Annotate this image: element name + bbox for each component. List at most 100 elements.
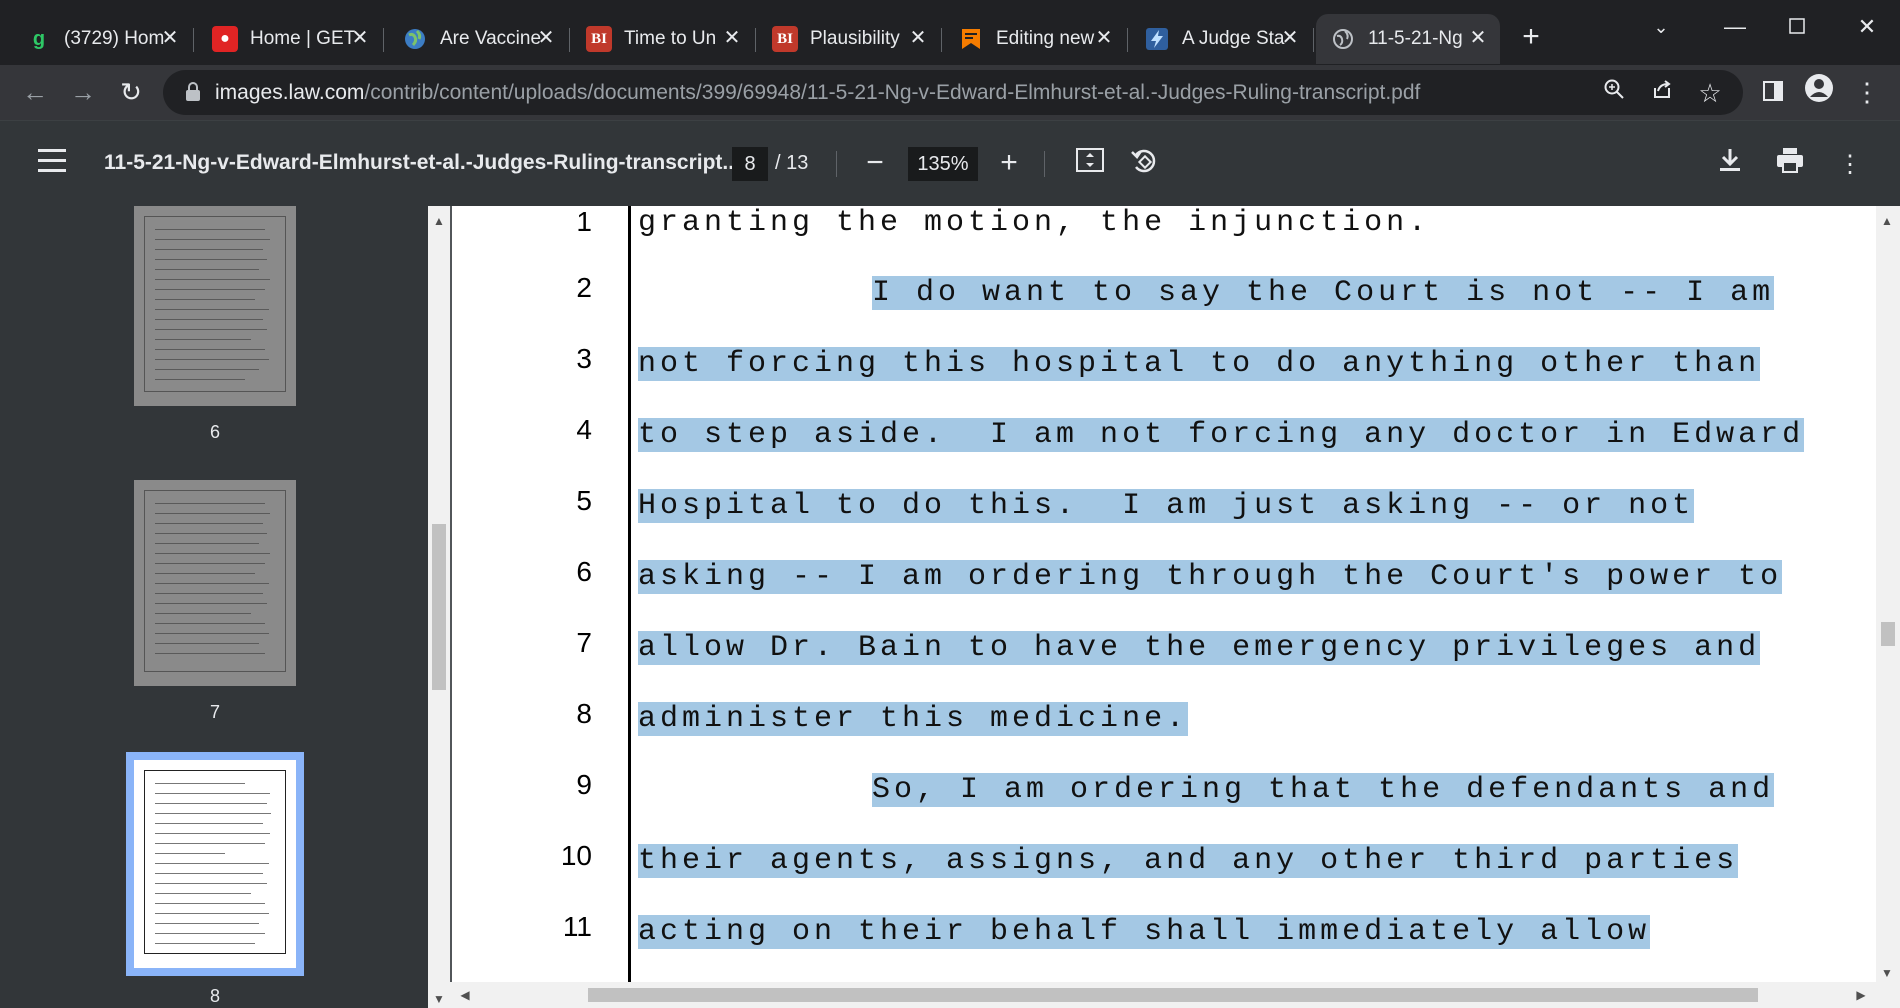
thumbnail-sidebar: 6 7 8 — [0, 206, 428, 1008]
thumbnail-page-7[interactable] — [134, 480, 296, 686]
transcript-line[interactable]: granting the motion, the injunction. — [638, 206, 1430, 240]
bookmark-star-icon[interactable]: ☆ — [1695, 78, 1725, 108]
zoom-level-input[interactable]: 135% — [908, 147, 978, 181]
lock-icon[interactable] — [185, 82, 201, 107]
tab-3[interactable]: Are Vaccine ✕ — [388, 14, 570, 64]
page-number-input[interactable]: 8 — [732, 147, 768, 181]
globe-icon — [402, 26, 428, 52]
line-number: 8 — [576, 698, 592, 729]
scrollbar-thumb[interactable] — [432, 524, 446, 690]
back-icon[interactable]: ← — [16, 73, 54, 111]
line-text: So, I am ordering that the defendants an… — [872, 773, 1775, 807]
url-path: /contrib/content/uploads/documents/399/6… — [364, 81, 1421, 104]
transcript-line[interactable]: Hospital to do this. I am just asking --… — [638, 489, 1695, 523]
tab-2[interactable]: ● Home | GET ✕ — [198, 14, 384, 64]
scroll-left-arrow-icon[interactable]: ◀ — [454, 988, 476, 1002]
close-window-icon[interactable]: ✕ — [1850, 10, 1884, 44]
line-text: granting the motion, the injunction. — [638, 206, 1431, 240]
divider — [836, 151, 837, 177]
document-title: 11-5-21-Ng-v-Edward-Elmhurst-et-al.-Judg… — [104, 151, 740, 174]
scroll-down-arrow-icon[interactable]: ▼ — [1876, 966, 1898, 980]
transcript-line[interactable]: not forcing this hospital to do anything… — [638, 347, 1761, 381]
close-icon[interactable]: ✕ — [720, 26, 744, 50]
share-icon[interactable] — [1647, 78, 1677, 108]
url-text[interactable]: images.law.com/contrib/content/uploads/d… — [215, 81, 1420, 105]
transcript-line[interactable]: asking -- I am ordering through the Cour… — [638, 560, 1783, 594]
line-number: 4 — [576, 414, 592, 445]
line-text: I do want to say the Court is not -- I a… — [872, 276, 1775, 310]
line-number: 6 — [576, 556, 592, 587]
thumbnail-page-6[interactable] — [134, 206, 296, 406]
transcript-line[interactable]: So, I am ordering that the defendants an… — [872, 773, 1775, 807]
tab-title: Are Vaccine — [440, 28, 542, 49]
transcript-line[interactable]: to step aside. I am not forcing any doct… — [638, 418, 1805, 452]
zoom-out-button[interactable]: − — [858, 145, 892, 181]
line-number: 7 — [576, 627, 592, 658]
tab-1[interactable]: g (3729) Hom ✕ — [12, 14, 194, 64]
line-number: 2 — [576, 272, 592, 303]
side-panel-icon[interactable] — [1754, 73, 1792, 111]
line-number: 5 — [576, 485, 592, 516]
transcript-margin-line — [628, 206, 631, 982]
zoom-icon[interactable] — [1599, 78, 1629, 108]
thumbnail-label: 7 — [209, 702, 220, 722]
tab-4[interactable]: BI Time to Un ✕ — [572, 14, 756, 64]
close-icon[interactable]: ✕ — [1278, 26, 1302, 50]
tab-5[interactable]: BI Plausibility ✕ — [758, 14, 942, 64]
pdf-toolbar: 11-5-21-Ng-v-Edward-Elmhurst-et-al.-Judg… — [0, 120, 1900, 207]
document-horizontal-scrollbar[interactable]: ◀ ▶ — [450, 982, 1900, 1008]
blogger-icon — [958, 26, 984, 52]
scrollbar-thumb[interactable] — [588, 988, 1758, 1002]
print-icon[interactable] — [1772, 147, 1808, 183]
menu-icon[interactable] — [38, 149, 66, 179]
tab-title: Time to Un — [624, 28, 717, 49]
address-bar[interactable]: images.law.com/contrib/content/uploads/d… — [163, 70, 1743, 115]
close-icon[interactable]: ✕ — [348, 26, 372, 50]
download-icon[interactable] — [1712, 147, 1748, 183]
forward-icon[interactable]: → — [64, 73, 102, 111]
transcript-line[interactable]: acting on their behalf shall immediately… — [638, 915, 1651, 949]
scroll-down-arrow-icon[interactable]: ▼ — [428, 992, 450, 1006]
thumbnail-page-8[interactable] — [126, 752, 304, 976]
reload-icon[interactable]: ↻ — [112, 73, 150, 111]
pdf-viewer: 1 granting the motion, the injunction. 2… — [450, 206, 1876, 1008]
fit-to-page-icon[interactable] — [1072, 147, 1108, 183]
line-number: 1 — [576, 206, 592, 237]
transcript-line[interactable]: administer this medicine. — [638, 702, 1189, 736]
scroll-up-arrow-icon[interactable]: ▲ — [1876, 214, 1898, 228]
tab-6[interactable]: Editing new ✕ — [944, 14, 1128, 64]
thumbnail-content — [144, 490, 286, 672]
document-vertical-scrollbar[interactable]: ▲ ▼ — [1876, 206, 1900, 982]
zoom-in-button[interactable]: + — [992, 145, 1026, 181]
maximize-icon[interactable] — [1780, 10, 1814, 44]
more-options-icon[interactable]: ⋮ — [1832, 147, 1868, 183]
transcript-line[interactable]: their agents, assigns, and any other thi… — [638, 844, 1739, 878]
line-text: Hospital to do this. I am just asking --… — [638, 489, 1695, 523]
scroll-right-arrow-icon[interactable]: ▶ — [1850, 988, 1872, 1002]
scrollbar-thumb[interactable] — [1881, 622, 1895, 646]
close-icon[interactable]: ✕ — [1092, 26, 1116, 50]
close-icon[interactable]: ✕ — [534, 26, 558, 50]
business-insider-icon: BI — [772, 26, 798, 52]
line-text: allow Dr. Bain to have the emergency pri… — [638, 631, 1761, 665]
tab-8-active[interactable]: 11-5-21-Ng ✕ — [1316, 14, 1500, 64]
url-host: images.law.com — [215, 81, 365, 104]
rotate-icon[interactable] — [1126, 147, 1162, 183]
business-insider-icon: BI — [586, 26, 612, 52]
tab-search-icon[interactable]: ⌄ — [1644, 10, 1678, 44]
close-icon[interactable]: ✕ — [158, 26, 182, 50]
browser-menu-icon[interactable]: ⋮ — [1848, 73, 1886, 111]
close-icon[interactable]: ✕ — [906, 26, 930, 50]
line-number: 10 — [560, 840, 592, 871]
transcript-line[interactable]: I do want to say the Court is not -- I a… — [872, 276, 1775, 310]
tab-7[interactable]: A Judge Sta ✕ — [1130, 14, 1314, 64]
profile-avatar-icon[interactable] — [1800, 73, 1838, 111]
new-tab-button[interactable]: + — [1516, 22, 1546, 52]
sidebar-scrollbar[interactable]: ▲ ▼ — [428, 206, 450, 1008]
transcript-line[interactable]: allow Dr. Bain to have the emergency pri… — [638, 631, 1761, 665]
minimize-icon[interactable]: — — [1718, 10, 1752, 44]
close-icon[interactable]: ✕ — [1466, 26, 1490, 50]
line-text: acting on their behalf shall immediately… — [638, 915, 1651, 949]
tab-title: (3729) Hom — [64, 28, 165, 49]
scroll-up-arrow-icon[interactable]: ▲ — [428, 214, 450, 228]
